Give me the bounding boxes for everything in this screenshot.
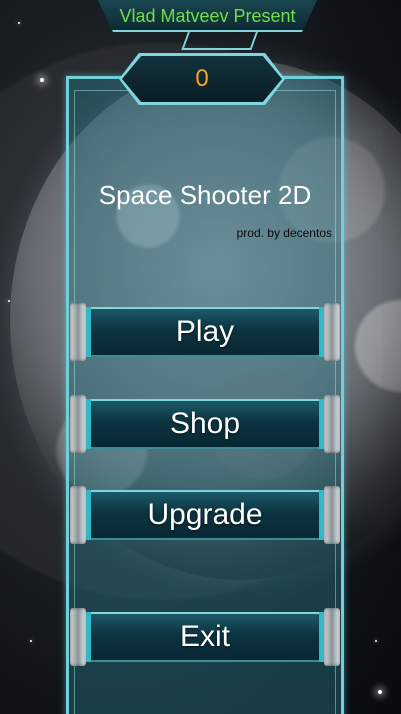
exit-button[interactable]: Exit (70, 608, 340, 666)
header-banner-text: Vlad Matveev Present (119, 5, 296, 26)
upgrade-button[interactable]: Upgrade (70, 486, 340, 544)
shop-button[interactable]: Shop (70, 395, 340, 453)
star-icon (30, 640, 32, 642)
upgrade-button-label: Upgrade (147, 498, 263, 531)
star-icon (40, 78, 44, 82)
play-button[interactable]: Play (70, 303, 340, 361)
shop-button-label: Shop (169, 407, 241, 440)
score-value: 0 (195, 65, 209, 92)
game-title: Space Shooter 2D (98, 180, 312, 210)
play-button-label: Play (175, 315, 235, 348)
star-icon (18, 22, 20, 24)
game-screen: Vlad Matveev Present 0 Space Shooter 2D … (0, 0, 401, 714)
star-icon (375, 640, 377, 642)
exit-button-label: Exit (179, 620, 230, 653)
banner-connector (181, 30, 259, 50)
star-icon (378, 690, 382, 694)
credit-text: prod. by decentos (236, 226, 332, 240)
